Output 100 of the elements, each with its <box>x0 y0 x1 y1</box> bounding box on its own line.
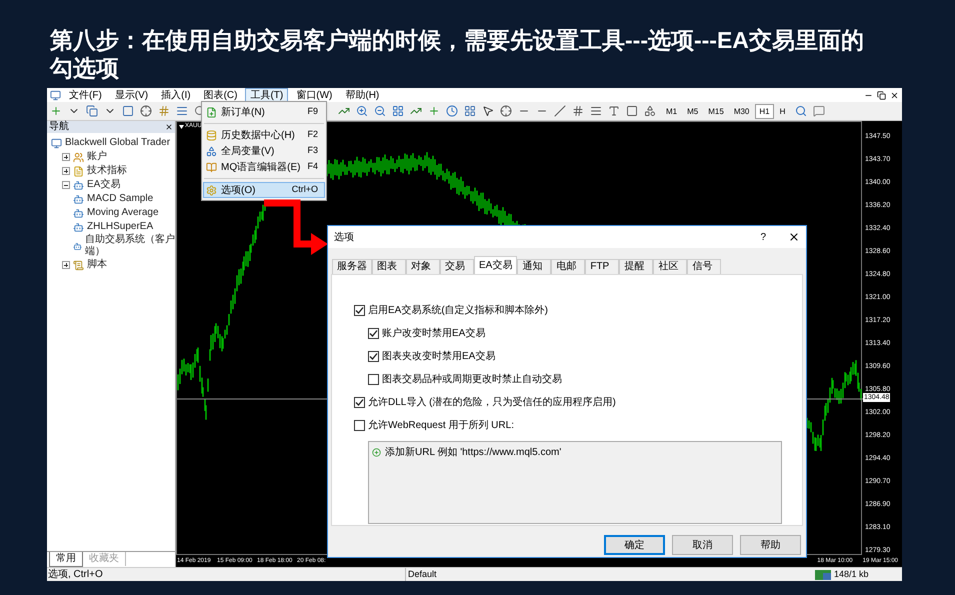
option-label: 账户改变时禁用EA交易 <box>382 326 486 341</box>
dialog-tab[interactable]: 通知 <box>517 259 552 275</box>
dialog-title: 选项 <box>334 230 354 244</box>
add-icon[interactable] <box>372 448 381 457</box>
checkbox[interactable] <box>368 328 379 339</box>
panel-tab[interactable]: 常用 <box>49 552 83 567</box>
zoom-out-icon[interactable] <box>374 105 386 117</box>
help-button[interactable]: ? <box>760 230 766 244</box>
dialog-tab[interactable]: 信号 <box>687 259 722 275</box>
book-icon <box>206 162 217 172</box>
menu-item[interactable]: 显示(V) <box>110 88 154 102</box>
option-label: 启用EA交易系统(自定义指标和脚本除外) <box>368 304 548 318</box>
option-label: 图表夹改变时禁用EA交易 <box>382 350 496 364</box>
tile-windows-icon[interactable] <box>392 105 404 117</box>
status-hint: 选项, Ctrl+O <box>47 568 104 582</box>
menu-item[interactable]: 文件(F) <box>64 88 107 102</box>
crosshair-icon[interactable] <box>500 105 512 117</box>
expand-icon[interactable] <box>62 167 70 175</box>
robot-icon <box>73 180 84 190</box>
dialog-tab[interactable]: EA交易 <box>474 256 518 275</box>
gear-icon <box>206 184 217 196</box>
close-icon[interactable] <box>165 123 173 131</box>
menu-entry[interactable]: 新订单(N) F9 <box>203 104 325 120</box>
expand-icon[interactable] <box>62 261 70 269</box>
close-icon[interactable] <box>788 231 800 243</box>
menu-entry[interactable]: MQ语言编辑器(E) F4 <box>203 159 325 175</box>
timeframe-button[interactable]: H1 <box>755 104 774 118</box>
database-icon <box>206 130 217 140</box>
tree-item[interactable]: 自助交易系统（客户端） <box>85 234 175 258</box>
restore-icon[interactable] <box>877 90 886 100</box>
menu-item[interactable]: 帮助(H) <box>340 88 384 102</box>
dialog-tab[interactable]: FTP <box>585 259 620 275</box>
crosshair-icon[interactable] <box>140 105 152 117</box>
app-icon <box>50 90 61 100</box>
menu-entry[interactable]: 选项(O) Ctrl+O <box>203 182 325 198</box>
menu-item[interactable]: 插入(I) <box>156 88 196 102</box>
scroll-icon <box>73 260 84 270</box>
checkbox[interactable] <box>354 305 365 316</box>
dropdown-icon[interactable] <box>179 125 184 129</box>
robot-icon <box>73 194 84 204</box>
checkbox[interactable] <box>368 351 379 362</box>
dialog-tab[interactable]: 对象 <box>406 259 440 275</box>
tree-item[interactable]: MACD Sample <box>87 193 154 205</box>
robot-icon <box>73 240 82 252</box>
panel-title: 导航 <box>49 121 69 133</box>
collapse-icon[interactable] <box>62 181 70 189</box>
tree-item[interactable]: Blackwell Global Trader <box>65 137 170 149</box>
checkbox[interactable] <box>368 374 379 385</box>
windows-icon[interactable] <box>86 105 98 117</box>
clock-icon[interactable] <box>446 105 458 117</box>
search-icon[interactable] <box>795 105 808 117</box>
tree-item[interactable]: ZHLHSuperEA <box>87 221 154 233</box>
menu-entry[interactable]: 全局变量(V) F3 <box>203 143 325 159</box>
timeframe-button[interactable]: M5 <box>683 104 702 118</box>
url-entry[interactable]: 添加新URL 例如 'https://www.mql5.com' <box>385 445 562 460</box>
dialog-tab[interactable]: 交易 <box>440 259 474 275</box>
timeframe-button[interactable]: H <box>776 104 790 118</box>
add-icon[interactable] <box>50 105 62 117</box>
expand-icon[interactable] <box>62 153 70 161</box>
tree-item[interactable]: 账户 <box>87 151 107 163</box>
square-icon[interactable] <box>122 105 134 117</box>
checkbox[interactable] <box>354 420 365 431</box>
checkbox[interactable] <box>354 397 365 408</box>
menu-entry[interactable]: 历史数据中心(H) F2 <box>203 127 325 143</box>
option-label: 允许WebRequest 用于所列 URL: <box>368 418 514 433</box>
monitor-icon <box>51 138 62 148</box>
timeframe-button[interactable]: M15 <box>704 104 728 118</box>
dialog-tab[interactable]: 图表 <box>372 259 406 275</box>
dialog-tab[interactable]: 服务器 <box>332 259 372 275</box>
robot-icon <box>73 208 84 218</box>
arrow-drawing <box>264 198 329 256</box>
close-icon[interactable] <box>890 90 899 100</box>
robot-icon <box>73 222 84 232</box>
dialog-tab[interactable]: 电邮 <box>551 259 586 275</box>
menu-item[interactable]: 工具(T) <box>245 88 288 102</box>
list-icon[interactable] <box>176 105 188 117</box>
cursor-icon[interactable] <box>482 105 494 117</box>
timeframe-button[interactable]: M1 <box>662 104 682 118</box>
dialog-button[interactable]: 帮助 <box>740 535 801 555</box>
tree-item[interactable]: EA交易 <box>87 179 120 191</box>
option-label: 图表交易品种或周期更改时禁止自动交易 <box>382 372 562 387</box>
menu-item[interactable]: 图表(C) <box>198 88 242 102</box>
dialog-button[interactable]: 取消 <box>672 535 733 555</box>
grid-icon[interactable] <box>158 105 170 117</box>
text-icon[interactable] <box>608 105 620 117</box>
add-indicator-icon[interactable] <box>428 105 440 117</box>
chat-icon[interactable] <box>813 105 826 117</box>
trend-line-icon[interactable] <box>554 105 566 117</box>
tree-item[interactable]: 脚本 <box>87 259 107 271</box>
dialog-button[interactable]: 确定 <box>604 535 665 555</box>
zoom-in-icon[interactable] <box>356 105 368 117</box>
tree-item[interactable]: 技术指标 <box>87 165 127 177</box>
new-order-icon <box>206 106 217 118</box>
tree-item[interactable]: Moving Average <box>87 207 159 219</box>
dialog-tab[interactable]: 提醒 <box>619 259 654 275</box>
status-traffic: 148/1 kb <box>834 568 869 581</box>
shapes-icon[interactable] <box>644 105 656 117</box>
timeframe-button[interactable]: M30 <box>730 104 754 118</box>
dialog-tab[interactable]: 社区 <box>653 259 688 275</box>
menu-item[interactable]: 窗口(W) <box>291 88 338 102</box>
